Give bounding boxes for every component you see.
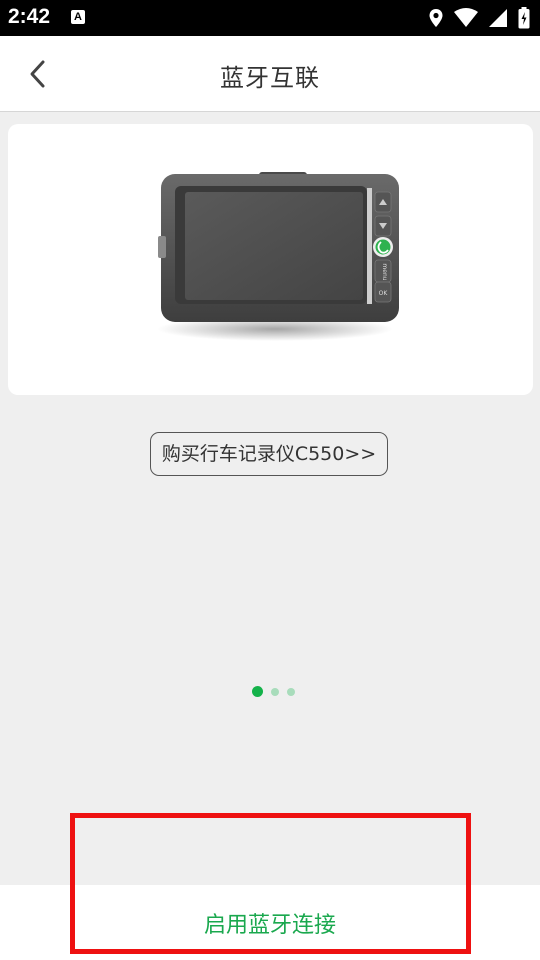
bottom-bar: 启用蓝牙连接 [0, 885, 540, 960]
page-dot-active [252, 686, 263, 697]
wifi-icon [454, 8, 478, 27]
status-bar: 2:42 A [0, 0, 540, 36]
app-bar: 蓝牙互联 [0, 36, 540, 112]
svg-text:menu: menu [381, 263, 388, 280]
page-dot [271, 687, 279, 696]
status-icons [428, 7, 530, 29]
page-indicator [252, 686, 295, 697]
status-time: 2:42 [8, 5, 51, 28]
buy-dashcam-link[interactable]: 购买行车记录仪C550>> [150, 432, 388, 476]
battery-icon [518, 7, 530, 29]
page-dot [287, 687, 295, 696]
device-card: menu OK [8, 124, 533, 395]
page-title: 蓝牙互联 [220, 64, 320, 92]
svg-text:OK: OK [379, 290, 389, 297]
signal-icon [489, 9, 507, 27]
enable-bluetooth-button[interactable]: 启用蓝牙连接 [0, 907, 540, 939]
dashcam-device-image: menu OK [157, 172, 399, 341]
notification-icon: A [71, 10, 85, 24]
location-icon [429, 9, 443, 27]
